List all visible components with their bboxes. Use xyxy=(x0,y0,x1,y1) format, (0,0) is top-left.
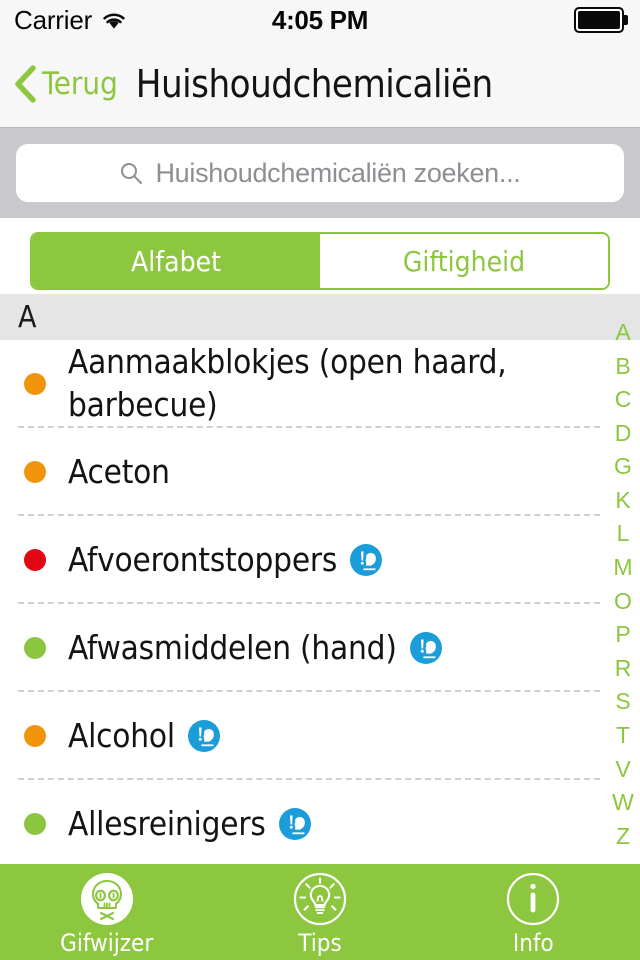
toxicity-dot xyxy=(24,549,46,571)
list-item-label: Alcohol xyxy=(68,715,175,755)
tab-tips[interactable]: Tips xyxy=(213,864,426,960)
tab-gifwijzer[interactable]: Gifwijzer xyxy=(0,864,213,960)
tab-label: Info xyxy=(512,929,554,957)
toxicity-dot xyxy=(24,637,46,659)
index-letter[interactable]: R xyxy=(615,652,632,686)
wear-gloves-icon xyxy=(409,631,443,665)
list-item-label: Afwasmiddelen (hand) xyxy=(68,627,397,667)
wear-gloves-icon xyxy=(187,719,221,753)
search-icon xyxy=(119,161,143,185)
list-item[interactable]: Aceton xyxy=(0,428,640,516)
list-item[interactable]: Allesreinigers xyxy=(0,780,640,864)
battery-full-icon xyxy=(574,7,628,33)
search-input[interactable]: Huishoudchemicaliën zoeken... xyxy=(155,158,520,189)
app-screen: Carrier 4:05 PM Terug Huishoudchemicalië… xyxy=(0,0,640,960)
list-item[interactable]: Afvoerontstoppers xyxy=(0,516,640,604)
index-letter[interactable]: C xyxy=(615,383,632,417)
tab-alfabet[interactable]: Alfabet xyxy=(32,234,320,288)
back-button[interactable]: Terug xyxy=(14,64,118,103)
lightbulb-icon xyxy=(292,871,348,927)
toxicity-dot xyxy=(24,461,46,483)
wear-gloves-icon xyxy=(349,543,383,577)
index-letter[interactable]: T xyxy=(616,719,630,753)
info-circle-icon xyxy=(505,871,561,927)
status-bar-right xyxy=(574,7,628,33)
navigation-bar: Terug Huishoudchemicaliën xyxy=(0,40,640,128)
index-letter[interactable]: G xyxy=(614,450,632,484)
index-letter[interactable]: S xyxy=(615,685,630,719)
index-letter[interactable]: B xyxy=(615,350,630,384)
list-item[interactable]: Aanmaakblokjes (open haard, barbecue) xyxy=(0,340,640,428)
segmented-control[interactable]: Alfabet Giftigheid xyxy=(30,232,610,290)
index-letter[interactable]: P xyxy=(615,618,630,652)
search-field[interactable]: Huishoudchemicaliën zoeken... xyxy=(16,144,624,202)
clock-label: 4:05 PM xyxy=(271,4,369,35)
index-letter[interactable]: V xyxy=(615,753,630,787)
list-item-label: Allesreinigers xyxy=(68,803,266,843)
index-letter[interactable]: L xyxy=(617,517,630,551)
index-letter[interactable]: W xyxy=(612,786,634,820)
index-letter[interactable]: Z xyxy=(616,820,630,854)
list-item-label: Afvoerontstoppers xyxy=(68,539,338,579)
list-item-label: Aanmaakblokjes (open haard, barbecue) xyxy=(68,342,507,424)
skull-face-icon xyxy=(79,871,135,927)
tab-label: Gifwijzer xyxy=(60,929,154,957)
index-letter[interactable]: M xyxy=(613,551,632,585)
segmented-control-container: Alfabet Giftigheid xyxy=(0,218,640,303)
list-item-label: Aceton xyxy=(68,451,170,491)
index-letter[interactable]: A xyxy=(615,316,630,350)
chevron-left-icon xyxy=(14,64,36,103)
tab-bar: Gifwijzer Tips Info xyxy=(0,864,640,960)
chemical-list[interactable]: A Aanmaakblokjes (open haard, barbecue) … xyxy=(0,294,640,864)
section-header-a: A xyxy=(0,294,640,340)
tab-giftigheid[interactable]: Giftigheid xyxy=(320,234,608,288)
search-bar-container: Huishoudchemicaliën zoeken... xyxy=(0,128,640,218)
toxicity-dot xyxy=(24,373,46,395)
page-title: Huishoudchemicaliën xyxy=(135,61,493,106)
index-letter[interactable]: D xyxy=(615,417,632,451)
tab-info[interactable]: Info xyxy=(427,864,640,960)
status-bar: Carrier 4:05 PM xyxy=(0,0,640,40)
index-letter[interactable]: O xyxy=(614,585,632,619)
list-item[interactable]: Afwasmiddelen (hand) xyxy=(0,604,640,692)
back-button-label: Terug xyxy=(42,65,118,102)
toxicity-dot xyxy=(24,725,46,747)
tab-label: Tips xyxy=(298,929,342,957)
toxicity-dot xyxy=(24,813,46,835)
list-item[interactable]: Alcohol xyxy=(0,692,640,780)
wear-gloves-icon xyxy=(278,807,312,841)
alphabet-index-bar[interactable]: A B C D G K L M O P R S T V W Z xyxy=(606,294,640,864)
index-letter[interactable]: K xyxy=(615,484,630,518)
